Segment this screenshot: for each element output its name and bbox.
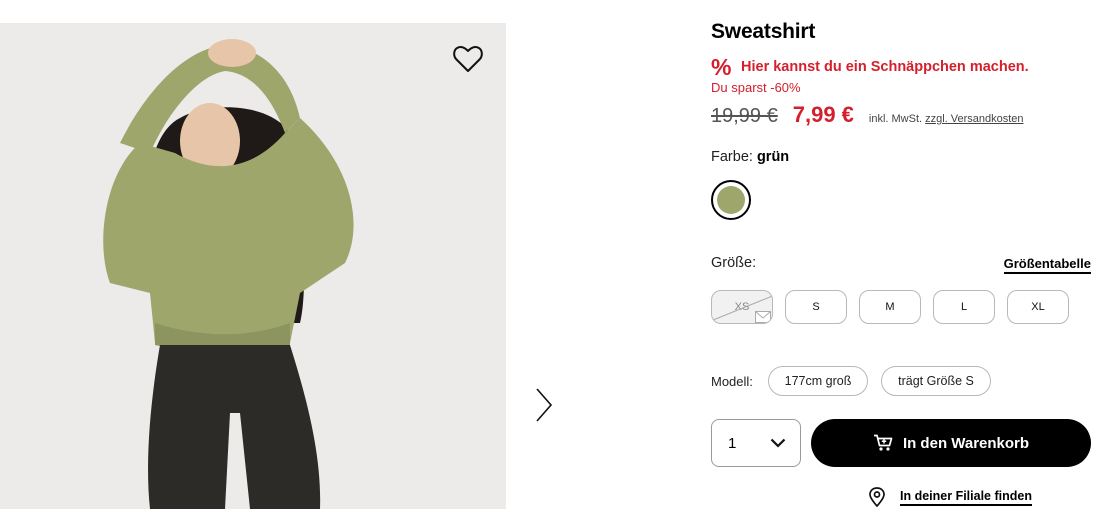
find-in-store-link[interactable]: In deiner Filiale finden: [868, 487, 1032, 507]
deal-text: Hier kannst du ein Schnäppchen machen.: [741, 59, 1029, 75]
size-options: XS S M L XL: [711, 290, 1069, 324]
sale-price: 7,99 €: [792, 102, 854, 127]
model-height-chip: 177cm groß: [768, 366, 868, 396]
percent-icon: %: [711, 54, 732, 80]
color-label-text: Farbe:: [711, 149, 753, 165]
model-size-chip: trägt Größe S: [881, 366, 991, 396]
swatch-fill: [717, 186, 745, 214]
selected-color: grün: [756, 149, 790, 165]
location-pin-icon: [869, 487, 885, 507]
size-option-s[interactable]: S: [785, 290, 847, 324]
product-photo: [0, 23, 506, 509]
size-option-xs[interactable]: XS: [711, 290, 773, 324]
product-title: Sweatshirt: [711, 20, 816, 43]
color-swatch-green[interactable]: [711, 180, 751, 220]
size-label: Größe:: [711, 255, 757, 271]
heart-icon: [453, 46, 483, 72]
savings-text: Du sparst -60%: [711, 80, 801, 95]
size-option-m[interactable]: M: [859, 290, 921, 324]
chevron-down-icon: [770, 438, 786, 448]
shipping-costs-link[interactable]: zzgl. Versandkosten: [925, 113, 1023, 125]
quantity-value: 1: [728, 434, 737, 452]
size-label-m: M: [885, 301, 895, 313]
deal-banner: % Hier kannst du ein Schnäppchen machen.: [711, 54, 1029, 80]
old-price: 19,99 €: [711, 105, 778, 127]
product-image[interactable]: [0, 23, 506, 509]
model-label: Modell:: [711, 374, 753, 389]
find-in-store-label: In deiner Filiale finden: [900, 489, 1032, 506]
wishlist-button[interactable]: [450, 43, 486, 75]
cart-icon: [873, 434, 893, 451]
size-label-l: L: [960, 301, 968, 313]
envelope-icon: [755, 311, 771, 323]
size-label-xl: XL: [1031, 301, 1045, 313]
next-image-button[interactable]: [528, 386, 560, 424]
chevron-right-icon: [536, 388, 553, 422]
size-option-l[interactable]: L: [933, 290, 995, 324]
add-to-cart-button[interactable]: In den Warenkorb: [811, 419, 1091, 467]
price-row: 19,99 € 7,99 € inkl. MwSt. zzgl. Versand…: [711, 102, 1024, 128]
size-label-s: S: [812, 301, 820, 313]
color-label: Farbe: grün: [711, 149, 789, 165]
add-to-cart-label: In den Warenkorb: [902, 434, 1030, 452]
size-chart-link[interactable]: Größentabelle: [1003, 256, 1091, 274]
size-option-xl[interactable]: XL: [1007, 290, 1069, 324]
tax-note: inkl. MwSt.: [868, 113, 923, 125]
quantity-select[interactable]: 1: [711, 419, 801, 467]
